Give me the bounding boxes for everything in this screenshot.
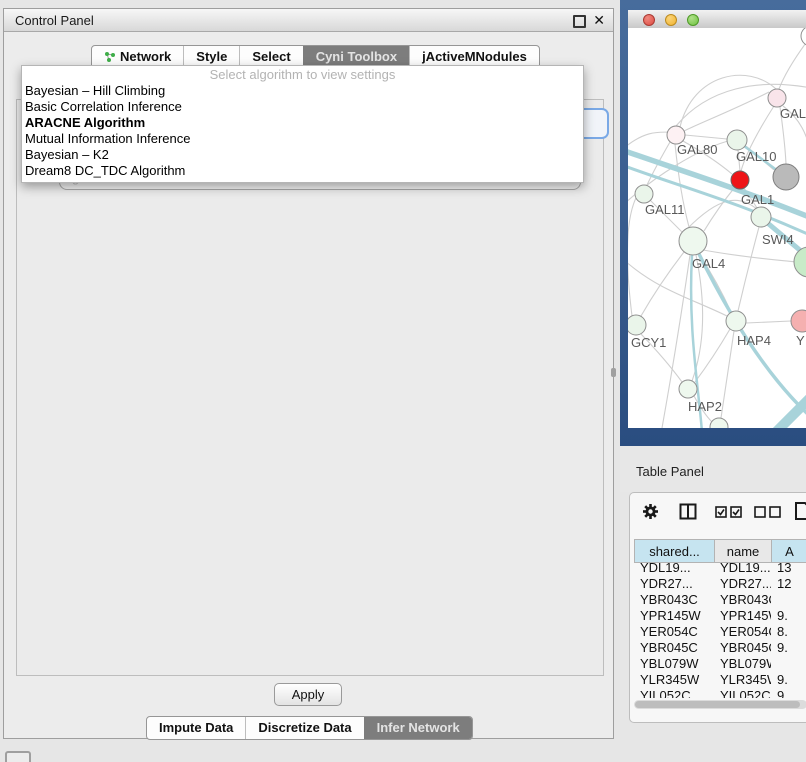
network-view-frame: GAL7 GAL80 GAL10 GAL1 GAL11 SWI4 GAL4 GC…	[620, 0, 806, 446]
network-view-window: GAL7 GAL80 GAL10 GAL1 GAL11 SWI4 GAL4 GC…	[628, 10, 806, 428]
network-node-salmon[interactable]	[791, 310, 806, 332]
node-label: Y	[796, 333, 805, 348]
node-table-rows: YDL19...YDL19...13 YDR27...YDR27...12 YB…	[634, 559, 806, 698]
table-row[interactable]: YBR043CYBR043C	[634, 591, 806, 607]
network-node-gal4[interactable]	[679, 227, 707, 255]
network-node-hap2[interactable]	[679, 380, 697, 398]
dropdown-item[interactable]: Basic Correlation Inference	[22, 99, 583, 115]
panel-splitter-handle[interactable]	[611, 368, 616, 377]
minimize-traffic-light-icon[interactable]	[665, 14, 677, 26]
node-label: GCY1	[631, 335, 666, 350]
deselect-all-checkboxes-icon[interactable]	[754, 506, 781, 518]
table-row[interactable]: YLR345WYLR345W9.	[634, 671, 806, 687]
table-panel-header: Table Panel	[620, 446, 806, 492]
node-label: GAL7	[780, 106, 806, 121]
float-window-icon[interactable]	[573, 15, 586, 28]
table-row[interactable]: YBL079WYBL079W	[634, 655, 806, 671]
close-icon[interactable]: ✕	[593, 12, 605, 29]
node-label: GAL80	[677, 142, 717, 157]
node-label: SWI4	[762, 232, 794, 247]
node-label: HAP2	[688, 399, 722, 414]
network-node-hap4[interactable]	[726, 311, 746, 331]
table-row[interactable]: YBR045CYBR045C9.	[634, 639, 806, 655]
network-node-gal11[interactable]	[635, 185, 653, 203]
docked-panel-icon[interactable]	[5, 751, 31, 762]
table-horizontal-scrollbar[interactable]	[634, 700, 806, 709]
dropdown-item-selected[interactable]: ARACNE Algorithm	[22, 115, 583, 131]
network-tab-icon	[104, 51, 116, 63]
network-node-green-large[interactable]	[794, 247, 806, 277]
columns-icon[interactable]	[679, 503, 697, 520]
table-row[interactable]: YDL19...YDL19...13	[634, 559, 806, 575]
close-traffic-light-icon[interactable]	[643, 14, 655, 26]
tab-impute-data[interactable]: Impute Data	[147, 717, 245, 739]
select-all-checkboxes-icon[interactable]	[715, 506, 742, 518]
gear-icon[interactable]	[642, 503, 659, 520]
control-panel-titlebar[interactable]: Control Panel ✕	[4, 9, 613, 32]
network-window-titlebar[interactable]	[628, 10, 806, 29]
table-row[interactable]: YDR27...YDR27...12	[634, 575, 806, 591]
network-node[interactable]	[801, 28, 806, 46]
tab-infer-network[interactable]: Infer Network	[364, 717, 472, 739]
network-canvas[interactable]: GAL7 GAL80 GAL10 GAL1 GAL11 SWI4 GAL4 GC…	[628, 28, 806, 428]
control-panel-window: Control Panel ✕ Network Style Select Cyn…	[3, 8, 614, 739]
table-row[interactable]: YER054CYER054C8.	[634, 623, 806, 639]
dropdown-item[interactable]: Dream8 DC_TDC Algorithm	[22, 163, 583, 179]
network-node-gal10[interactable]	[727, 130, 747, 150]
algorithm-dropdown-prompt: Select algorithm to view settings	[22, 66, 583, 83]
cyni-bottom-tabbar: Impute Data Discretize Data Infer Networ…	[146, 716, 473, 740]
zoom-traffic-light-icon[interactable]	[687, 14, 699, 26]
network-node[interactable]	[710, 418, 728, 428]
network-node-gcy1[interactable]	[628, 315, 646, 335]
network-node-gray[interactable]	[773, 164, 799, 190]
node-label: GAL1	[741, 192, 774, 207]
control-panel-title: Control Panel	[15, 13, 94, 28]
network-node-gal1[interactable]	[731, 171, 749, 189]
node-label: GAL10	[736, 149, 776, 164]
table-panel: shared... name A YDL19...YDL19...13 YDR2…	[629, 492, 806, 723]
dropdown-item[interactable]: Bayesian – K2	[22, 147, 583, 163]
node-label: GAL11	[645, 202, 685, 217]
node-label: GAL4	[692, 256, 725, 271]
export-table-icon[interactable]	[794, 501, 806, 521]
dropdown-item[interactable]: Bayesian – Hill Climbing	[22, 83, 583, 99]
table-row[interactable]: YIL052CYIL052C9	[634, 687, 806, 698]
application-root: Control Panel ✕ Network Style Select Cyn…	[0, 0, 806, 762]
apply-button[interactable]: Apply	[274, 683, 342, 706]
dropdown-item[interactable]: Mutual Information Inference	[22, 131, 583, 147]
tab-discretize-data[interactable]: Discretize Data	[245, 717, 363, 739]
node-label: HAP4	[737, 333, 771, 348]
table-panel-title: Table Panel	[636, 464, 704, 479]
algorithm-dropdown-popup: Select algorithm to view settings Bayesi…	[21, 65, 584, 183]
network-node-swi4[interactable]	[751, 207, 771, 227]
table-row[interactable]: YPR145WYPR145W9.	[634, 607, 806, 623]
network-node-gal7[interactable]	[768, 89, 786, 107]
